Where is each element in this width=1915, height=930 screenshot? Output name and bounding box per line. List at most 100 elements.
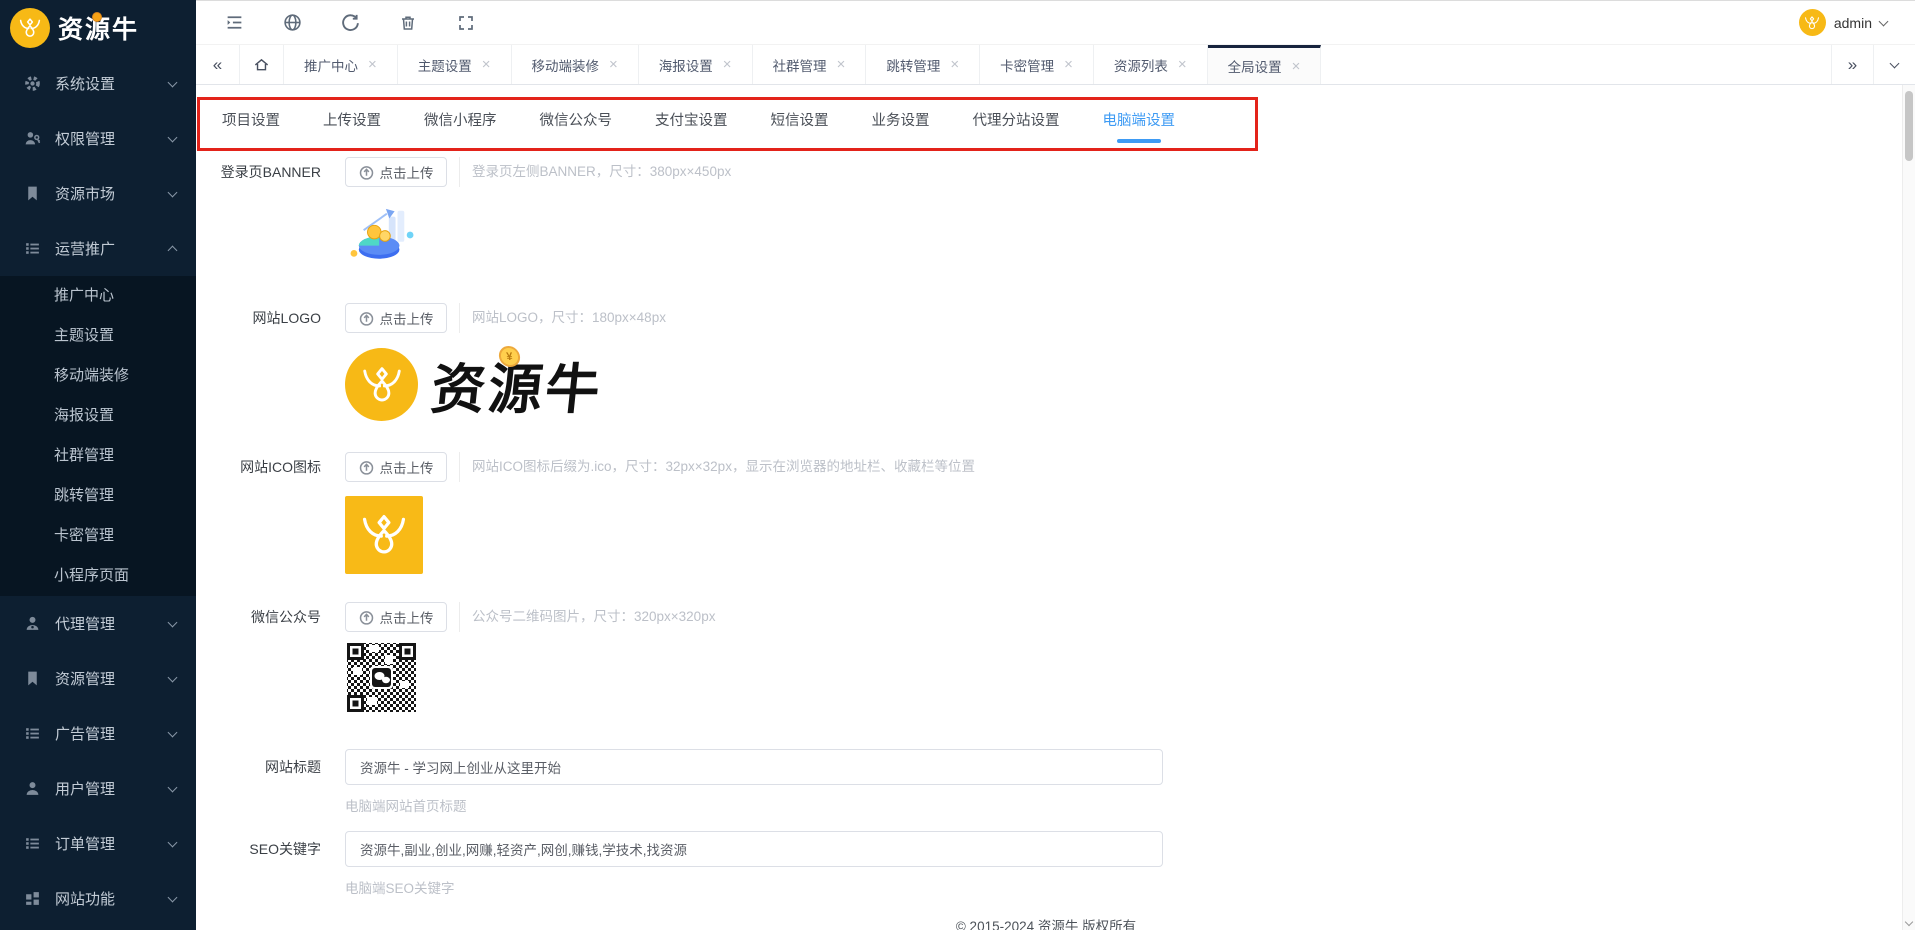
scrollbar-thumb[interactable] [1905, 91, 1913, 161]
close-icon[interactable]: × [368, 57, 377, 72]
field-label: 登录页BANNER [220, 164, 321, 180]
tab-mobile-deco[interactable]: 移动端装修 × [512, 45, 639, 84]
sidebar-item-permission[interactable]: 权限管理 [0, 111, 196, 166]
user-menu[interactable]: admin [1798, 9, 1889, 36]
upload-ico-button[interactable]: 点击上传 [345, 452, 447, 482]
field-hint: 公众号二维码图片，尺寸：320px×320px [459, 602, 715, 632]
tab-cardkey[interactable]: 卡密管理 × [980, 45, 1094, 84]
settings-tab-project[interactable]: 项目设置 [222, 109, 280, 151]
sidebar-subitem-promo-center[interactable]: 推广中心 [0, 276, 196, 316]
list-icon [26, 838, 39, 849]
field-hint: 电脑端SEO关键字 [345, 881, 455, 896]
upload-logo-button[interactable]: 点击上传 [345, 303, 447, 333]
form-row-site-title: 网站标题 电脑端网站首页标题 [196, 749, 1915, 815]
avatar [1798, 9, 1826, 36]
chevron-down-icon [167, 782, 178, 792]
seo-keywords-input[interactable] [345, 831, 1163, 867]
close-icon[interactable]: × [950, 57, 959, 72]
gear-icon [25, 76, 40, 91]
close-icon[interactable]: × [1292, 59, 1301, 74]
tabs-scroll-left-icon[interactable]: « [196, 45, 240, 84]
sidebar-item-ad-mgmt[interactable]: 广告管理 [0, 706, 196, 761]
settings-page: 项目设置 上传设置 微信小程序 微信公众号 支付宝设置 短信设置 业务设置 代理… [196, 85, 1915, 930]
form-row-seo: SEO关键字 电脑端SEO关键字 [196, 831, 1915, 897]
tab-community[interactable]: 社群管理 × [753, 45, 867, 84]
refresh-icon[interactable] [340, 13, 360, 33]
upload-banner-button[interactable]: 点击上传 [345, 157, 447, 187]
close-icon[interactable]: × [1064, 57, 1073, 72]
tab-bar: « 推广中心 × 主题设置 × 移动端装修 × 海报设置 × 社群管理 × 跳转管理 × 卡… [196, 45, 1915, 85]
sidebar-subitem-theme[interactable]: 主题设置 [0, 316, 196, 356]
username: admin [1833, 14, 1872, 31]
globe-icon[interactable] [282, 13, 302, 33]
field-hint: 电脑端网站首页标题 [345, 799, 467, 814]
home-tab[interactable] [240, 45, 284, 84]
sidebar-subitem-miniapp-page[interactable]: 小程序页面 [0, 556, 196, 596]
brand-coin-icon [92, 12, 102, 22]
tabs-menu-icon[interactable] [1873, 45, 1915, 84]
close-icon[interactable]: × [482, 57, 491, 72]
sidebar-item-site-features[interactable]: 网站功能 [0, 871, 196, 926]
settings-tab-business[interactable]: 业务设置 [872, 109, 930, 151]
sidebar-item-user-mgmt[interactable]: 用户管理 [0, 761, 196, 816]
tabs-scroll-right-icon[interactable]: » [1831, 45, 1873, 84]
sidebar-item-system-settings[interactable]: 系统设置 [0, 56, 196, 111]
chevron-down-icon [167, 617, 178, 627]
form-row-ico: 网站ICO图标 点击上传 网站ICO图标后缀为.ico，尺寸：32px×32px… [196, 452, 1915, 574]
ico-preview-image [345, 496, 423, 574]
settings-tab-bar: 项目设置 上传设置 微信小程序 微信公众号 支付宝设置 短信设置 业务设置 代理… [196, 85, 1915, 151]
tab-resource-list[interactable]: 资源列表 × [1094, 45, 1208, 84]
tab-poster[interactable]: 海报设置 × [639, 45, 753, 84]
fullscreen-icon[interactable] [456, 13, 476, 33]
close-icon[interactable]: × [723, 57, 732, 72]
settings-tab-wechat-official[interactable]: 微信公众号 [540, 109, 613, 151]
sidebar-item-resource-market[interactable]: 资源市场 [0, 166, 196, 221]
app-window: 资源牛 系统设置 权限管理 资源市场 运营推广 推广中心 主题设置 移动端装修 [0, 0, 1915, 930]
upload-qrcode-button[interactable]: 点击上传 [345, 602, 447, 632]
upload-icon [359, 460, 373, 475]
sidebar-subitem-poster[interactable]: 海报设置 [0, 396, 196, 436]
sidebar-subitem-redirect[interactable]: 跳转管理 [0, 476, 196, 516]
bookmark-icon [28, 671, 37, 686]
sidebar-item-resource-mgmt[interactable]: 资源管理 [0, 651, 196, 706]
brand-logo[interactable]: 资源牛 [0, 0, 196, 56]
field-label: 网站标题 [265, 759, 321, 775]
vertical-scrollbar[interactable] [1902, 85, 1915, 930]
list-icon [26, 243, 39, 254]
close-icon[interactable]: × [837, 57, 846, 72]
chevron-down-icon [167, 672, 178, 682]
site-title-input[interactable] [345, 749, 1163, 785]
sidebar-subitem-community[interactable]: 社群管理 [0, 436, 196, 476]
tab-global-settings[interactable]: 全局设置 × [1207, 45, 1322, 84]
upload-icon [359, 311, 373, 326]
settings-tab-alipay[interactable]: 支付宝设置 [655, 109, 728, 151]
collapse-menu-icon[interactable] [224, 13, 244, 33]
close-icon[interactable]: × [1178, 57, 1187, 72]
close-icon[interactable]: × [609, 57, 618, 72]
sidebar-subitem-mobile-deco[interactable]: 移动端装修 [0, 356, 196, 396]
sidebar-item-order-mgmt[interactable]: 订单管理 [0, 816, 196, 871]
settings-tab-sms[interactable]: 短信设置 [771, 109, 829, 151]
tab-theme[interactable]: 主题设置 × [398, 45, 512, 84]
chevron-down-icon [167, 77, 178, 87]
grid-icon [26, 892, 39, 905]
field-hint: 登录页左侧BANNER，尺寸：380px×450px [459, 157, 731, 187]
trash-icon[interactable] [398, 13, 418, 33]
sidebar-item-agent[interactable]: 代理管理 [0, 596, 196, 651]
sidebar-item-operation-promo[interactable]: 运营推广 [0, 221, 196, 276]
tab-promo-center[interactable]: 推广中心 × [284, 45, 398, 84]
field-label: SEO关键字 [249, 841, 321, 857]
list-icon [26, 728, 39, 739]
settings-tab-pc[interactable]: 电脑端设置 [1103, 109, 1176, 151]
settings-tab-wechat-miniapp[interactable]: 微信小程序 [424, 109, 497, 151]
copyright-footer: © 2015-2024 资源牛 版权所有 [955, 919, 1137, 930]
tab-redirect[interactable]: 跳转管理 × [866, 45, 981, 84]
sidebar-subitem-cardkey[interactable]: 卡密管理 [0, 516, 196, 556]
brand-bull-icon [345, 348, 418, 421]
field-label: 网站ICO图标 [240, 459, 321, 475]
settings-tab-upload[interactable]: 上传设置 [323, 109, 381, 151]
field-label: 网站LOGO [252, 310, 321, 326]
scrollbar-down-arrow-icon[interactable] [1904, 917, 1914, 927]
settings-tab-agent-site[interactable]: 代理分站设置 [973, 109, 1060, 151]
chevron-down-icon [167, 892, 178, 902]
